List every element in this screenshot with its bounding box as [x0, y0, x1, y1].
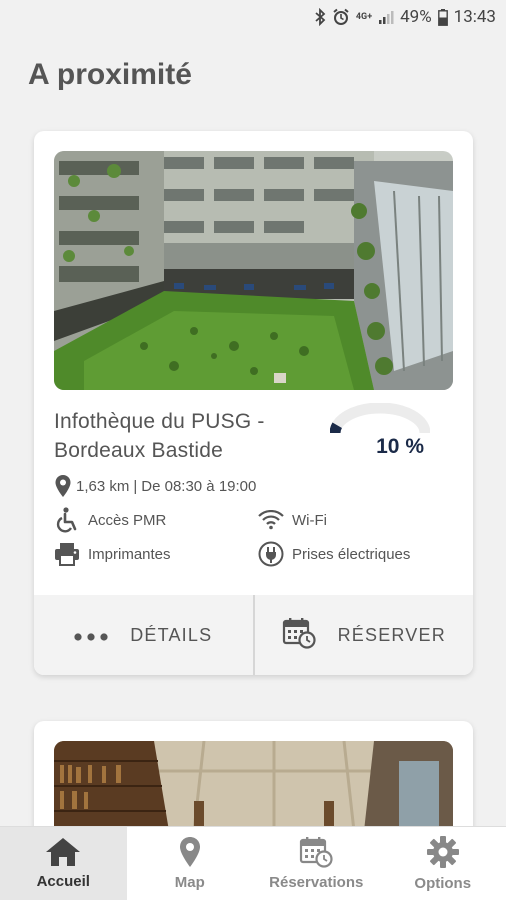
bluetooth-icon: [314, 8, 326, 26]
amenity-power-outlets: Prises électriques: [258, 541, 410, 567]
calendar-clock-icon: [298, 836, 334, 868]
more-dots-icon: [74, 625, 108, 646]
nav-label: Accueil: [36, 873, 90, 890]
calendar-clock-icon: [282, 617, 316, 654]
occupancy-label: 10 %: [376, 435, 424, 458]
wifi-icon: [258, 507, 284, 533]
nav-label: Réservations: [269, 874, 364, 891]
details-button[interactable]: DÉTAILS: [34, 595, 253, 675]
distance-text: 1,63 km: [76, 477, 130, 495]
network-type-icon: 4G+: [355, 12, 373, 22]
power-plug-icon: [258, 541, 284, 567]
battery-percent: 49%: [400, 7, 432, 27]
amenity-label: Accès PMR: [88, 511, 167, 529]
nav-reservations[interactable]: Réservations: [253, 827, 380, 900]
place-name: Infothèque du PUSG - Bordeaux Bastide: [54, 410, 265, 462]
amenity-label: Wi-Fi: [292, 511, 327, 529]
page-title: A proximité: [28, 58, 192, 91]
amenity-printers: Imprimantes: [54, 541, 171, 567]
signal-icon: [378, 9, 394, 25]
amenity-label: Prises électriques: [292, 545, 411, 563]
place-photo: [54, 151, 453, 390]
reserve-label: RÉSERVER: [337, 624, 446, 645]
reserve-button[interactable]: RÉSERVER: [255, 595, 474, 675]
distance-hours-row: 1,63 km | De 08:30 à 19:00: [54, 474, 256, 498]
battery-icon: [437, 8, 448, 26]
amenity-wifi: Wi-Fi: [258, 507, 327, 533]
status-bar: 4G+ 49% 13:43: [0, 0, 506, 34]
gear-icon: [426, 835, 460, 869]
amenity-accessibility: Accès PMR: [54, 507, 166, 533]
clock-time: 13:43: [453, 7, 496, 27]
occupancy-gauge: 10 %: [330, 403, 430, 465]
details-label: DÉTAILS: [130, 624, 213, 645]
alarm-icon: [332, 8, 350, 26]
meta-separator: |: [133, 477, 138, 495]
place-card[interactable]: Infothèque du PUSG - Bordeaux Bastide 10…: [34, 131, 473, 675]
nav-map[interactable]: Map: [127, 827, 254, 900]
nav-label: Options: [414, 875, 472, 892]
printer-icon: [54, 541, 80, 567]
nav-accueil[interactable]: Accueil: [0, 827, 127, 900]
bottom-navigation: Accueil Map Réservations Options: [0, 826, 506, 900]
map-pin-icon: [178, 836, 202, 868]
home-icon: [45, 837, 81, 867]
amenity-label: Imprimantes: [88, 545, 171, 563]
location-pin-icon: [54, 474, 72, 498]
opening-hours: De 08:30 à 19:00: [141, 477, 257, 495]
wheelchair-icon: [54, 507, 80, 533]
card-actions: DÉTAILS RÉSERVER: [34, 595, 473, 675]
nav-label: Map: [174, 874, 205, 891]
nav-options[interactable]: Options: [380, 827, 506, 900]
